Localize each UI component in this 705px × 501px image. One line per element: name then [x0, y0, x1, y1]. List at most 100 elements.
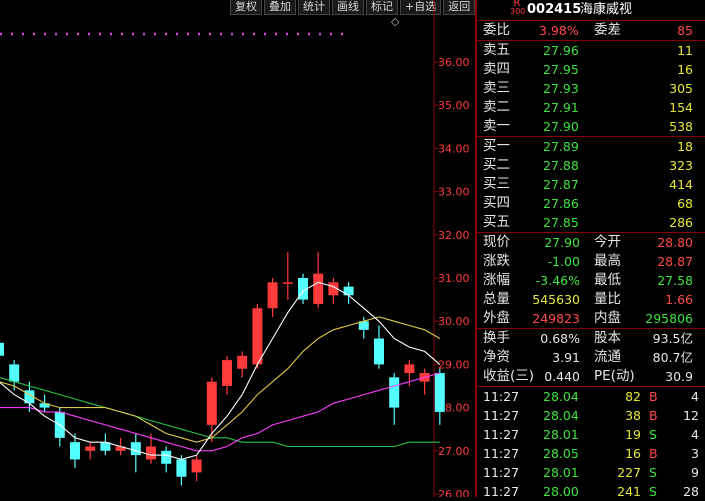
- price-tick-label: 35.00: [438, 99, 470, 112]
- diamond-icon[interactable]: ◇: [391, 15, 405, 29]
- quote-value: 295806: [645, 311, 693, 326]
- bid-volume: 323: [669, 158, 693, 173]
- fundamental-row: 收益(三) 0.440 PE(动) 30.9: [477, 367, 705, 386]
- fundamental-row: 换手 0.68% 股本 93.5亿: [477, 329, 705, 348]
- quote-label: 最高: [594, 253, 621, 269]
- candle-up[interactable]: [404, 364, 415, 374]
- bid-price: 27.87: [543, 177, 579, 192]
- tick-side: B: [649, 408, 658, 423]
- candle-up[interactable]: [85, 446, 96, 451]
- tick-volume: 19: [625, 427, 641, 442]
- fundamental-label: 换手: [483, 330, 510, 346]
- bid-level-label: 买三: [483, 176, 510, 192]
- tick-time: 11:27: [483, 408, 520, 423]
- ask-level-label: 卖三: [483, 80, 510, 96]
- bid-volume: 18: [677, 139, 693, 154]
- kline-chart[interactable]: 36.00 35.00 34.00 33.00 32.00 31.00 30.00 29.00…: [0, 0, 475, 497]
- price-tick-label: 33.00: [438, 186, 470, 199]
- ask-price: 27.90: [543, 119, 579, 134]
- fundamental-label: 收益(三): [483, 368, 535, 384]
- candle-up[interactable]: [282, 282, 293, 284]
- ma60-line: [0, 377, 440, 448]
- candle-down[interactable]: [434, 373, 445, 412]
- candle-down[interactable]: [343, 286, 354, 296]
- bid-volume: 68: [677, 196, 693, 211]
- quote-stats: 现价 27.90 今开 28.80 涨跌 -1.00 最高 28.87 涨幅 -3.46% 最低 27…: [477, 233, 705, 328]
- ask-level-label: 卖五: [483, 42, 510, 58]
- candle-down[interactable]: [0, 342, 4, 356]
- candle-up[interactable]: [206, 381, 217, 425]
- candle-up[interactable]: [146, 446, 156, 460]
- quote-label: 涨跌: [483, 253, 510, 269]
- candle-down[interactable]: [176, 459, 187, 477]
- fundamental-value: 0.440: [544, 369, 580, 384]
- stock-name: 海康威视: [580, 2, 633, 17]
- ask-level-label: 卖四: [483, 61, 510, 77]
- quote-row: 涨幅 -3.46% 最低 27.58: [477, 271, 705, 290]
- price-tick-label: 29.00: [438, 358, 470, 371]
- tick-price: 28.05: [543, 446, 579, 461]
- bid-row: 买一 27.89 18: [477, 137, 705, 156]
- tick-volume: 241: [617, 484, 641, 499]
- fundamental-value: 3.91: [552, 350, 580, 365]
- tick-count: 12: [683, 408, 699, 423]
- candle-down[interactable]: [70, 442, 80, 460]
- ask-level-label: 卖二: [483, 99, 510, 115]
- ma20-line: [0, 372, 440, 452]
- candle-up[interactable]: [252, 308, 263, 365]
- tick-time: 11:27: [483, 427, 520, 442]
- quote-label: 最低: [594, 272, 621, 288]
- bid-volume: 414: [669, 177, 693, 192]
- ask-volume: 11: [677, 43, 693, 58]
- quote-label: 现价: [483, 234, 510, 250]
- bid-price: 27.85: [543, 215, 579, 230]
- fundamental-value: 30.9: [665, 369, 693, 384]
- price-tick-label: 27.00: [438, 445, 470, 458]
- price-tick-label: 34.00: [438, 142, 470, 155]
- tick-count: 9: [691, 465, 699, 480]
- bid-row: 买四 27.86 68: [477, 194, 705, 213]
- tick-volume: 82: [625, 389, 641, 404]
- fundamental-row: 净资 3.91 流通 80.7亿: [477, 348, 705, 367]
- bid-book: 买一 27.89 18 买二 27.88 323 买三 27.87 414 买四 27.86 68 买五…: [477, 137, 705, 232]
- candle-up[interactable]: [191, 459, 202, 473]
- ask-price: 27.91: [543, 100, 579, 115]
- tick-price: 28.04: [543, 408, 579, 423]
- quote-row: 现价 27.90 今开 28.80: [477, 233, 705, 252]
- ask-volume: 154: [669, 100, 693, 115]
- fundamental-label: PE(动): [594, 368, 635, 384]
- tick-list[interactable]: 11:27 28.04 82 B 4 11:27 28.04 38 B 12 11:27 28.01 1…: [477, 387, 705, 501]
- bid-level-label: 买二: [483, 157, 510, 173]
- tick-count: 4: [691, 427, 699, 442]
- quote-label: 内盘: [594, 310, 621, 326]
- tick-side: S: [649, 427, 657, 442]
- candle-up[interactable]: [237, 355, 248, 369]
- quote-value: 249823: [532, 311, 580, 326]
- ask-row: 卖二 27.91 154: [477, 98, 705, 117]
- tick-side: S: [649, 465, 657, 480]
- candle-down[interactable]: [389, 377, 400, 408]
- candle-up[interactable]: [313, 273, 324, 304]
- ask-volume: 538: [669, 119, 693, 134]
- fundamental-value: 80.7亿: [652, 350, 693, 365]
- ask-row: 卖三 27.93 305: [477, 79, 705, 98]
- price-tick-label: 30.00: [438, 315, 470, 328]
- candle-up[interactable]: [267, 282, 278, 309]
- candle-down[interactable]: [374, 338, 384, 365]
- quote-value: 545630: [532, 292, 580, 307]
- fundamental-label: 流通: [594, 349, 621, 365]
- quote-label: 总量: [483, 291, 510, 307]
- quote-label: 量比: [594, 291, 621, 307]
- candle-down[interactable]: [130, 442, 141, 456]
- ask-price: 27.96: [543, 43, 579, 58]
- candle-down[interactable]: [161, 450, 172, 464]
- quote-value: -3.46%: [535, 273, 580, 288]
- candle-up[interactable]: [222, 360, 232, 386]
- quote-value: 1.66: [665, 292, 693, 307]
- ask-row: 卖一 27.90 538: [477, 117, 705, 136]
- tick-count: 4: [691, 389, 699, 404]
- bid-price: 27.86: [543, 196, 579, 211]
- candle-down[interactable]: [9, 364, 20, 382]
- bid-price: 27.88: [543, 158, 579, 173]
- tick-row: 11:27 28.04 82 B 4: [477, 387, 705, 406]
